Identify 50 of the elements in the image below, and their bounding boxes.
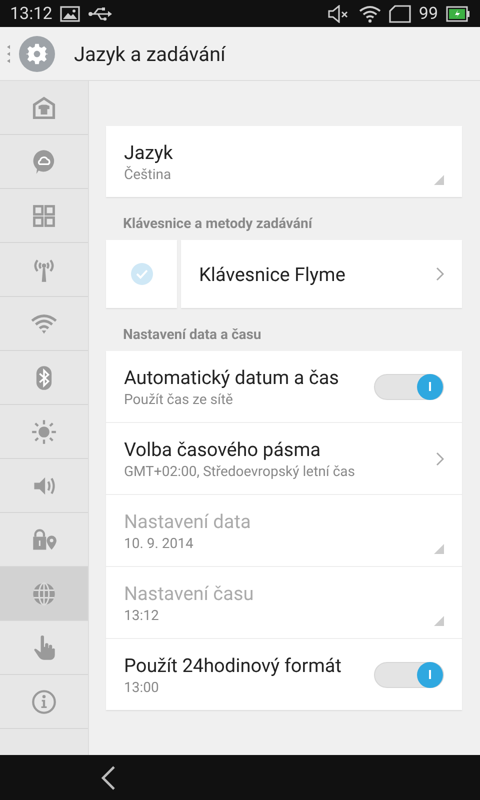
info-icon [31,688,57,714]
settings-row[interactable]: Použít 24hodinový formát 13:00 [106,639,462,710]
settings-row[interactable]: Automatický datum a čas Použít čas ze sítě [106,351,462,423]
battery-level: 99 [418,4,438,24]
apps-icon [31,202,57,228]
battery-charging-icon [446,6,470,22]
section-header: Klávesnice a metody zadávání [122,215,314,234]
settings-row[interactable]: Jazyk Čeština [106,126,462,197]
setting-title: Volba časového pásma [124,438,321,460]
setting-value: 10. 9. 2014 [124,536,194,552]
section-header: Nastavení data a času [122,326,262,345]
toggle-switch[interactable] [374,374,444,400]
clock: 13:12 [10,4,52,24]
globe-icon [31,580,57,606]
back-icon[interactable] [100,764,116,790]
setting-title: Použít 24hodinový formát [124,654,342,676]
setting-value: GMT+02:00, Středoevropský letní čas [124,464,355,480]
lock-location-icon [31,526,57,552]
image-icon [60,6,80,22]
toggle-knob[interactable] [417,662,443,688]
settings-icon[interactable] [19,36,55,72]
wifi-icon [358,4,381,22]
keyboard-name: Klávesnice Flyme [199,262,346,286]
setting-title: Automatický datum a čas [124,366,339,388]
setting-title: Nastavení času [124,582,254,604]
sim-card-icon [388,4,411,22]
screen-title: Jazyk a zadávání [74,42,226,66]
chevron-right-icon [436,267,444,281]
corner-triangle-icon [434,616,444,626]
keyboard-item[interactable]: Klávesnice Flyme [181,240,462,308]
antenna-icon [31,256,57,282]
setting-value: Použít čas ze sítě [124,392,233,408]
setting-title: Jazyk [124,140,173,164]
settings-row[interactable]: Volba časového pásma GMT+02:00, Středoevropský letní čas [106,423,462,495]
setting-value: 13:12 [124,608,159,624]
toggle-knob[interactable] [417,374,443,400]
setting-value: Čeština [124,166,172,182]
setting-title: Nastavení data [124,510,251,532]
cloud-icon [31,148,57,174]
check-icon [136,269,148,279]
toggle-switch[interactable] [374,662,444,688]
usb-icon [88,6,112,22]
setting-value: 13:00 [124,680,159,696]
corner-triangle-icon [434,175,444,185]
checkbox[interactable] [130,263,152,285]
corner-triangle-icon [434,544,444,554]
chevron-right-icon [436,452,444,466]
sidebar-item[interactable] [0,567,88,621]
store-icon [31,94,57,120]
brightness-icon [31,418,57,444]
